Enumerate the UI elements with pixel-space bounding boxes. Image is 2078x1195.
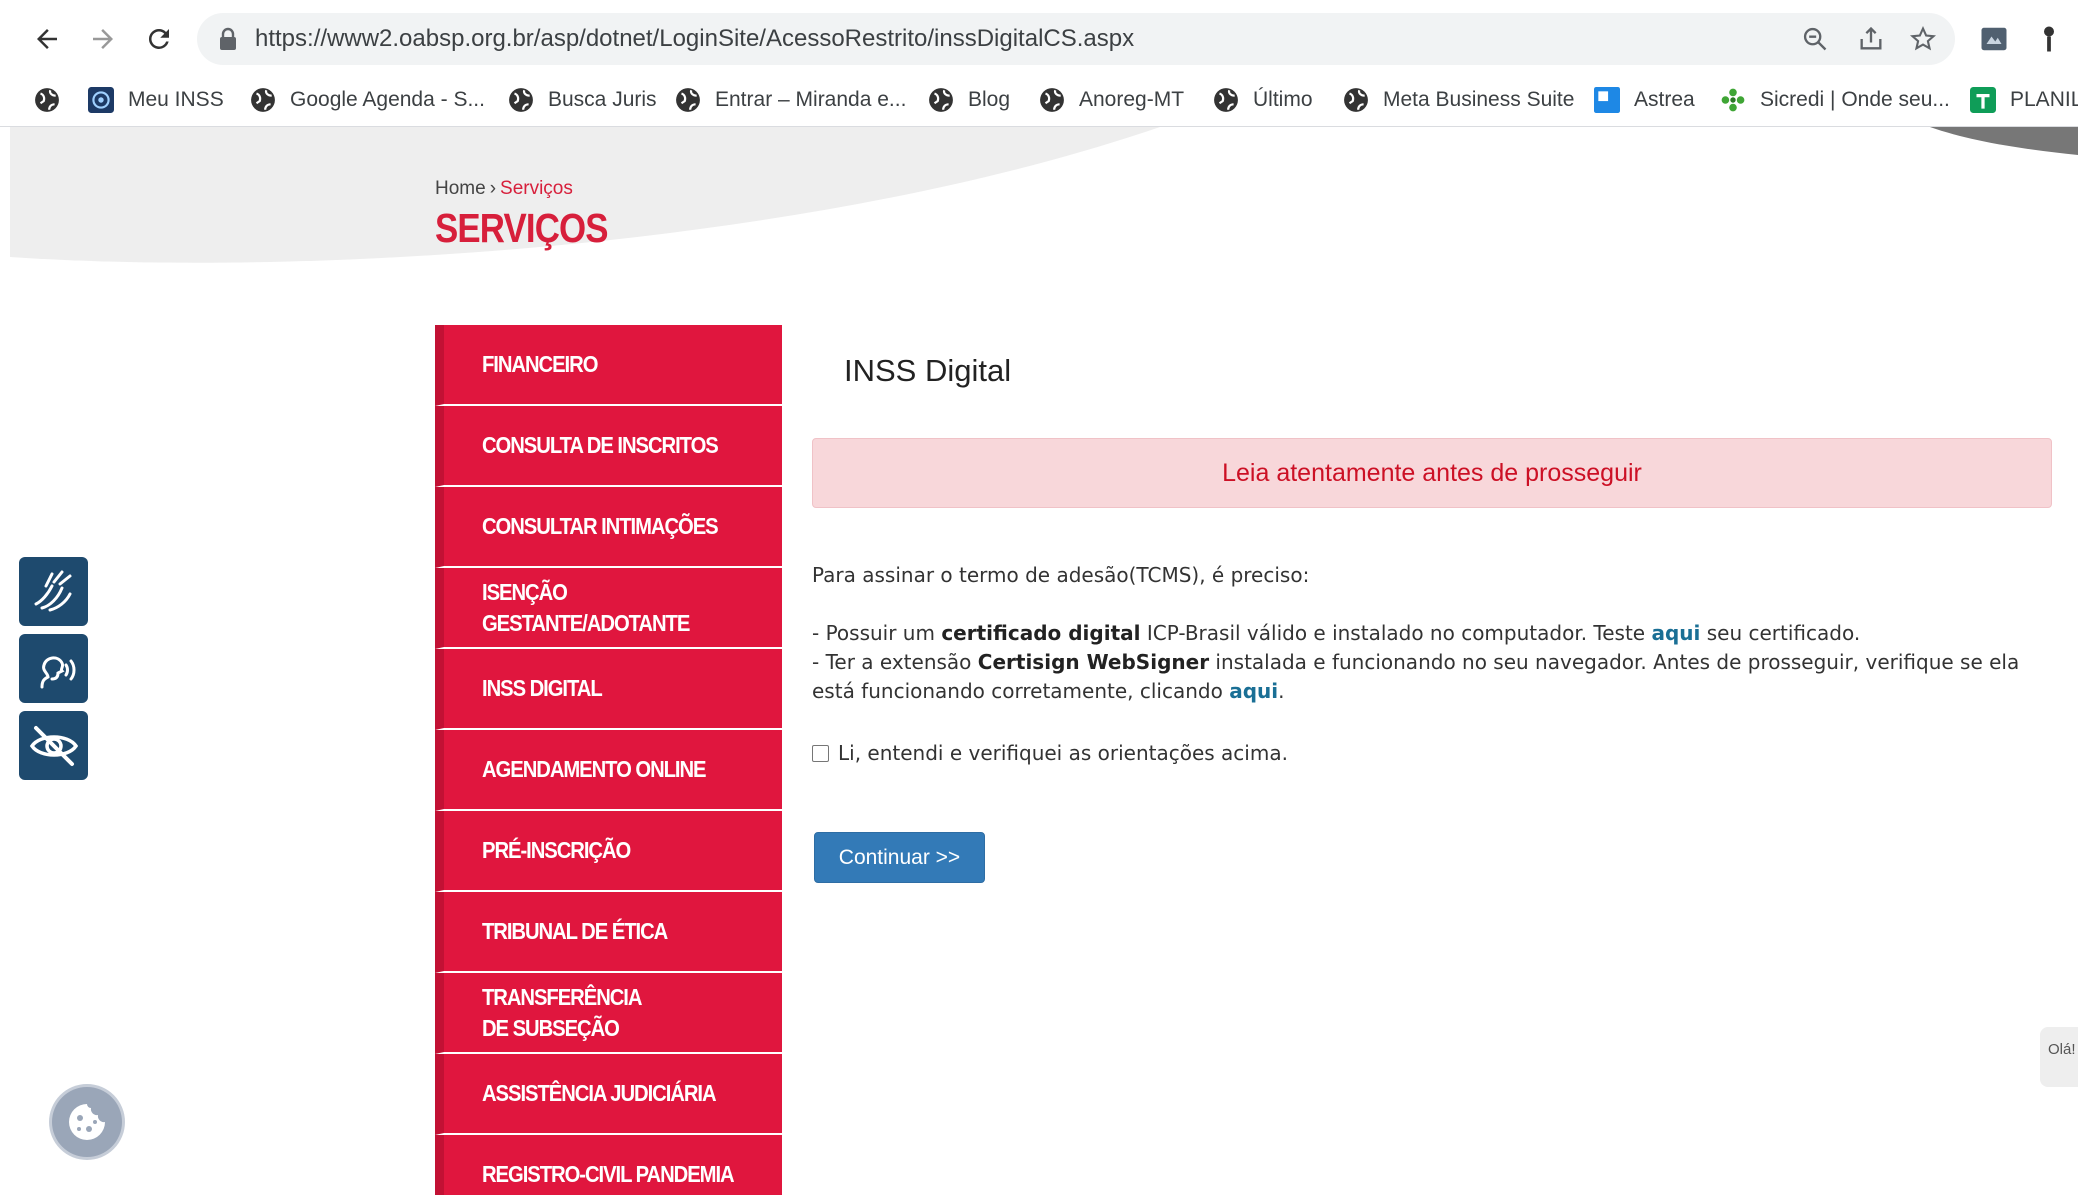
low-vision-button[interactable] — [19, 711, 88, 780]
forward-button[interactable] — [80, 16, 126, 62]
test-certificate-link[interactable]: aqui — [1651, 621, 1700, 645]
confirm-checkbox[interactable] — [812, 744, 829, 762]
menu-item-financeiro[interactable]: Financeiro — [435, 325, 782, 406]
bookmark-sicredi[interactable]: Sicredi | Onde seu... — [1720, 84, 1950, 116]
intro-text: Para assinar o termo de adesão(TCMS), é … — [812, 563, 1310, 587]
globe-icon — [35, 88, 59, 112]
chat-widget-tab[interactable]: Olá! — [2040, 1027, 2078, 1087]
menu-item-consulta-inscritos[interactable]: Consulta de Inscritos — [435, 406, 782, 487]
menu-item-consultar-intimacoes[interactable]: Consultar Intimações — [435, 487, 782, 568]
menu-item-agendamento-online[interactable]: Agendamento Online — [435, 730, 782, 811]
menu-item-assistencia-judiciaria[interactable]: Assistência Judiciária — [435, 1054, 782, 1135]
continue-button[interactable]: Continuar >> — [814, 832, 985, 883]
menu-item-tribunal-etica[interactable]: Tribunal de Ética — [435, 892, 782, 973]
globe-icon — [1214, 88, 1238, 112]
menu-item-inss-digital[interactable]: INSS Digital — [435, 649, 782, 730]
globe-icon — [509, 88, 533, 112]
back-arrow-icon — [37, 29, 57, 49]
bookmark-anoreg-mt[interactable]: Anoreg-MT — [1039, 84, 1184, 116]
bookmarks-bar: Meu INSS Google Agenda - S... Busca Juri… — [0, 76, 2078, 127]
menu-item-registro-civil-pandemia[interactable]: Registro-Civil Pandemia — [435, 1135, 782, 1195]
reload-button[interactable] — [136, 16, 182, 62]
services-menu: Financeiro Consulta de Inscritos Consult… — [435, 325, 782, 1195]
bookmark-blog[interactable]: Blog — [928, 84, 1010, 116]
confirm-checkbox-row: Li, entendi e verifiquei as orientações … — [812, 741, 1288, 765]
voice-reader-icon — [40, 656, 75, 688]
bookmark-ultimo[interactable]: Último — [1213, 84, 1313, 116]
globe-icon — [676, 88, 700, 112]
certificado-digital-text: certificado digital — [941, 621, 1141, 645]
globe-icon — [1344, 88, 1368, 112]
share-icon[interactable] — [1857, 25, 1885, 53]
back-button[interactable] — [24, 16, 70, 62]
confirm-checkbox-label[interactable]: Li, entendi e verifiquei as orientações … — [838, 741, 1288, 765]
sign-language-button[interactable] — [19, 557, 88, 626]
bookmark-entrar-miranda[interactable]: Entrar – Miranda e... — [675, 84, 906, 116]
menu-item-isencao-gestante[interactable]: Isenção Gestante/Adotante — [435, 568, 782, 649]
bookmark-astrea[interactable]: Astrea — [1594, 84, 1695, 116]
star-icon[interactable] — [1909, 25, 1937, 53]
breadcrumb-current[interactable]: Serviços — [500, 178, 573, 199]
bookmark-planilha[interactable]: PLANIL — [1970, 84, 2078, 116]
pin-icon[interactable] — [2034, 24, 2064, 54]
forward-arrow-icon — [93, 29, 113, 49]
low-vision-icon — [29, 725, 78, 766]
page-title: SERVIÇOS — [435, 205, 609, 251]
menu-item-pre-inscricao[interactable]: Pré-Inscrição — [435, 811, 782, 892]
voice-reader-button[interactable] — [19, 634, 88, 703]
requirement-certificate: - Possuir um certificado digital ICP-Bra… — [812, 621, 1861, 645]
bookmark-globe[interactable] — [34, 84, 74, 116]
globe-icon — [929, 88, 953, 112]
url-text: https://www2.oabsp.org.br/asp/dotnet/Log… — [255, 25, 1135, 52]
breadcrumb: Home › Serviços — [435, 178, 573, 200]
header-swoosh-decoration — [10, 127, 2078, 263]
content-title: INSS Digital — [844, 353, 1012, 388]
sign-language-icon — [34, 570, 71, 611]
reload-icon — [148, 28, 169, 49]
bookmark-meta-business[interactable]: Meta Business Suite — [1343, 84, 1574, 116]
astrea-logo-icon — [1594, 87, 1620, 113]
bookmark-meu-inss[interactable]: Meu INSS — [88, 84, 224, 116]
sicredi-logo-icon — [1721, 88, 1745, 112]
browser-toolbar: https://www2.oabsp.org.br/asp/dotnet/Log… — [0, 0, 2078, 76]
bookmark-google-agenda[interactable]: Google Agenda - S... — [250, 84, 485, 116]
bookmark-busca-juris[interactable]: Busca Juris — [508, 84, 657, 116]
extension-icon[interactable] — [1979, 24, 2009, 54]
sheets-logo-icon — [1970, 87, 1996, 113]
globe-icon — [1040, 88, 1064, 112]
lock-icon — [220, 27, 236, 50]
globe-icon — [251, 88, 275, 112]
zoom-icon[interactable] — [1801, 25, 1829, 53]
breadcrumb-separator: › — [489, 178, 497, 199]
requirement-websigner: - Ter a extensão Certisign WebSigner ins… — [812, 650, 2020, 703]
cookie-icon — [69, 1104, 105, 1140]
menu-item-transferencia-subsecao[interactable]: Transferência de Subseção — [435, 973, 782, 1054]
certisign-websigner-text: Certisign WebSigner — [977, 650, 1210, 674]
inss-logo-icon — [88, 87, 114, 113]
warning-alert: Leia atentamente antes de prosseguir — [812, 438, 2052, 508]
cookie-settings-button[interactable] — [52, 1087, 122, 1157]
verify-websigner-link[interactable]: aqui — [1229, 679, 1278, 703]
breadcrumb-home-link[interactable]: Home — [435, 178, 486, 199]
page-content: Home › Serviços SERVIÇOS Financeiro Consul… — [10, 127, 2078, 1195]
address-bar[interactable]: https://www2.oabsp.org.br/asp/dotnet/Log… — [197, 13, 1955, 65]
